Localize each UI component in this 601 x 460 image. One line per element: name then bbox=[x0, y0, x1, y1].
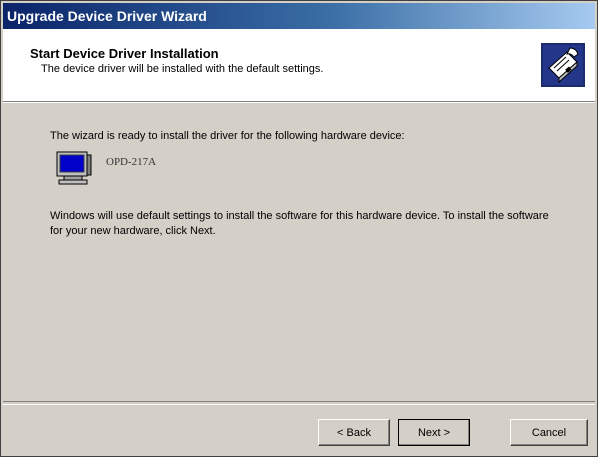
next-button[interactable]: Next > bbox=[398, 419, 470, 446]
cancel-button[interactable]: Cancel bbox=[510, 419, 588, 446]
title-bar[interactable]: Upgrade Device Driver Wizard bbox=[3, 3, 595, 29]
button-separator bbox=[3, 401, 595, 405]
header-subtitle: The device driver will be installed with… bbox=[41, 63, 324, 75]
device-name: OPD-217A bbox=[106, 156, 157, 168]
wizard-window: Upgrade Device Driver Wizard Start Devic… bbox=[0, 0, 598, 457]
window-title: Upgrade Device Driver Wizard bbox=[7, 8, 207, 24]
header-title: Start Device Driver Installation bbox=[30, 46, 219, 61]
header-divider bbox=[3, 102, 595, 103]
hardware-wizard-icon bbox=[541, 43, 585, 87]
back-button[interactable]: < Back bbox=[318, 419, 390, 446]
intro-text: The wizard is ready to install the drive… bbox=[50, 130, 405, 142]
instructions-text: Windows will use default settings to ins… bbox=[50, 210, 549, 237]
device-row: OPD-217A bbox=[56, 151, 156, 185]
monitor-icon bbox=[56, 151, 92, 185]
wizard-header: Start Device Driver Installation The dev… bbox=[3, 29, 595, 102]
